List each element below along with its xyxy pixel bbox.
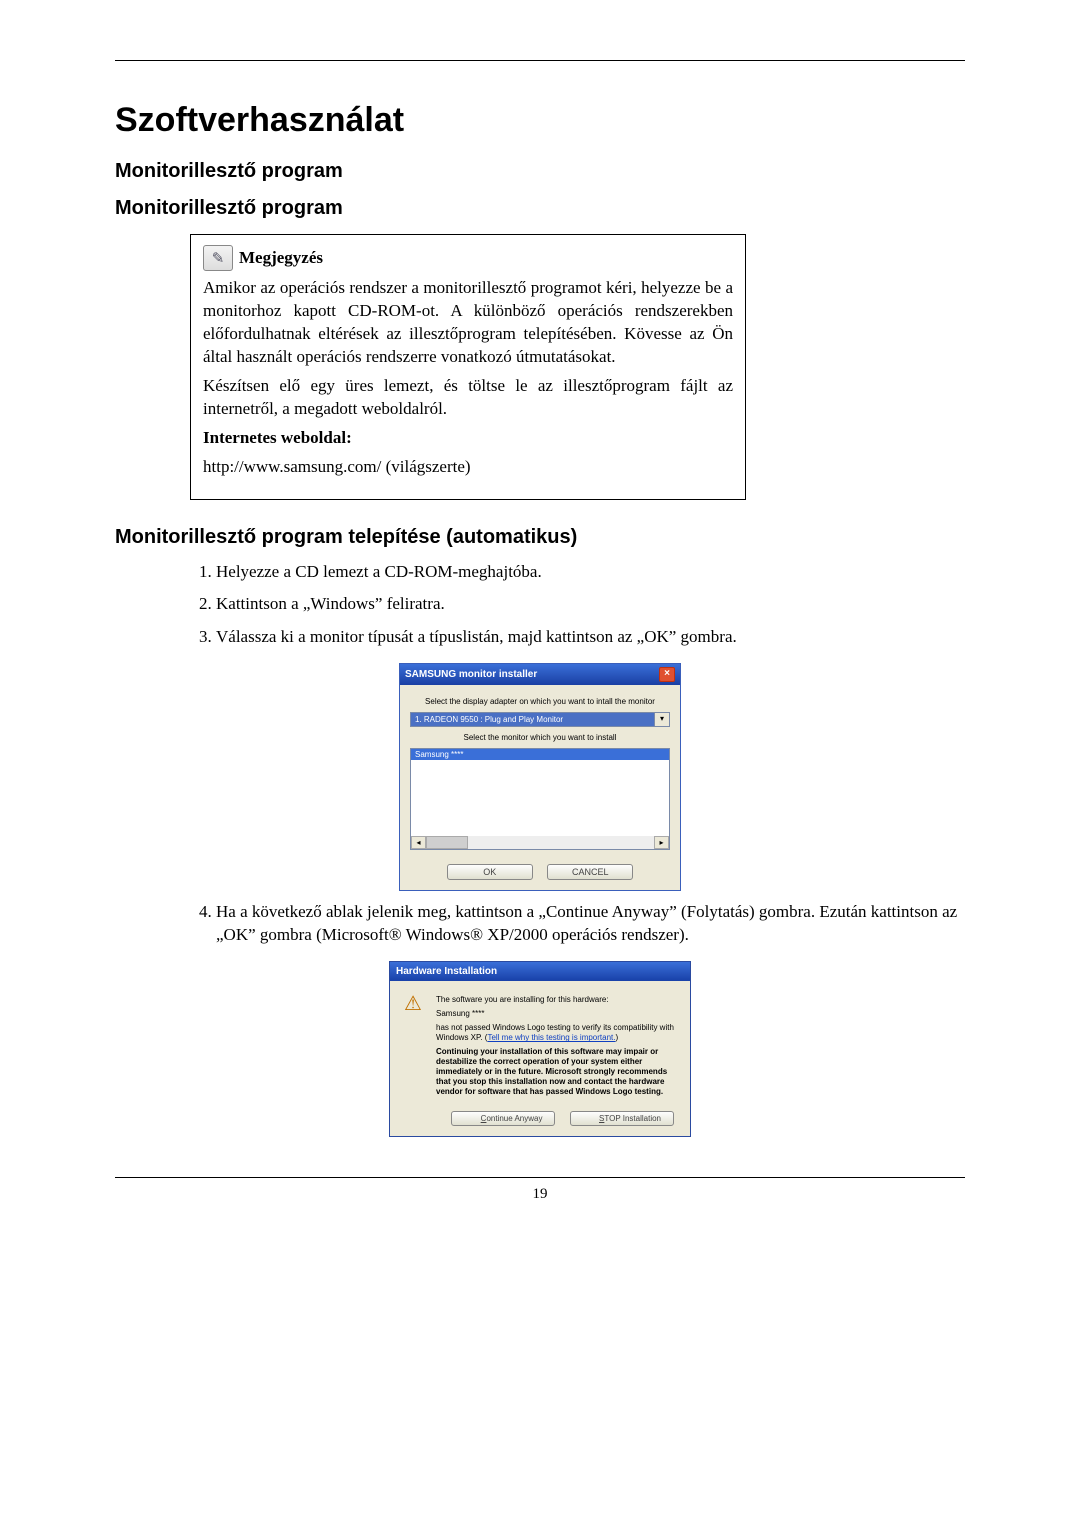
step-1: Helyezze a CD lemezt a CD-ROM-meghajtóba… [216,561,965,584]
hw-line2b: ) [615,1033,618,1042]
warning-icon: ⚠ [400,991,426,1015]
step-3: Válassza ki a monitor típusát a típuslis… [216,626,965,649]
close-icon[interactable]: × [659,667,675,682]
hw-titlebar: Hardware Installation [390,962,690,981]
hw-line2: has not passed Windows Logo testing to v… [436,1023,680,1043]
scroll-right-icon[interactable]: ▸ [654,836,669,849]
hw-warning-text: Continuing your installation of this sof… [436,1047,680,1097]
horizontal-scrollbar[interactable]: ◂ ▸ [411,836,669,849]
adapter-dropdown[interactable]: 1. RADEON 9550 : Plug and Play Monitor ▾ [410,712,670,727]
section-heading-2: Monitorillesztő program [115,197,965,220]
scrollbar-track[interactable] [468,836,654,849]
continue-anyway-button[interactable]: CContinue Anywayontinue Anyway [451,1111,555,1126]
page-number: 19 [115,1186,965,1203]
step-4: Ha a következő ablak jelenik meg, kattin… [216,901,965,947]
cancel-button[interactable]: CANCEL [547,864,633,880]
note-box: ✎ Megjegyzés Amikor az operációs rendsze… [190,234,746,500]
install-steps: Helyezze a CD lemezt a CD-ROM-meghajtóba… [190,561,965,650]
note-paragraph-2: Készítsen elő egy üres lemezt, és töltse… [203,375,733,421]
installer-monitor-label: Select the monitor which you want to ins… [410,733,670,742]
monitor-listbox[interactable]: Samsung **** ◂ ▸ [410,748,670,850]
step-2: Kattintson a „Windows” feliratra. [216,593,965,616]
note-icon: ✎ [203,245,233,271]
hw-line1: The software you are installing for this… [436,995,680,1005]
note-site-url: http://www.samsung.com/ (világszerte) [203,456,733,479]
hw-device: Samsung **** [436,1009,680,1019]
hardware-installation-dialog: Hardware Installation ⚠ The software you… [389,961,691,1137]
note-site-label: Internetes weboldal: [203,427,733,450]
monitor-list-item-selected[interactable]: Samsung **** [411,749,669,760]
page-title: Szoftverhasználat [115,101,965,140]
adapter-dropdown-value: 1. RADEON 9550 : Plug and Play Monitor [411,713,654,726]
ok-button[interactable]: OK [447,864,533,880]
scrollbar-thumb[interactable] [426,836,468,849]
section-heading-1: Monitorillesztő program [115,160,965,183]
install-heading: Monitorillesztő program telepítése (auto… [115,526,965,549]
top-rule [115,60,965,61]
installer-title-text: SAMSUNG monitor installer [405,669,537,680]
note-paragraph-1: Amikor az operációs rendszer a monitoril… [203,277,733,369]
install-steps-continued: Ha a következő ablak jelenik meg, kattin… [190,901,965,947]
installer-dialog: SAMSUNG monitor installer × Select the d… [399,663,681,891]
chevron-down-icon[interactable]: ▾ [654,713,669,726]
stop-installation-button[interactable]: STOP InstallationSTOP Installation [570,1111,674,1126]
note-title: Megjegyzés [239,248,323,268]
hw-why-link[interactable]: Tell me why this testing is important. [487,1033,615,1042]
installer-adapter-label: Select the display adapter on which you … [410,697,670,706]
installer-titlebar: SAMSUNG monitor installer × [400,664,680,685]
bottom-rule [115,1177,965,1178]
scroll-left-icon[interactable]: ◂ [411,836,426,849]
